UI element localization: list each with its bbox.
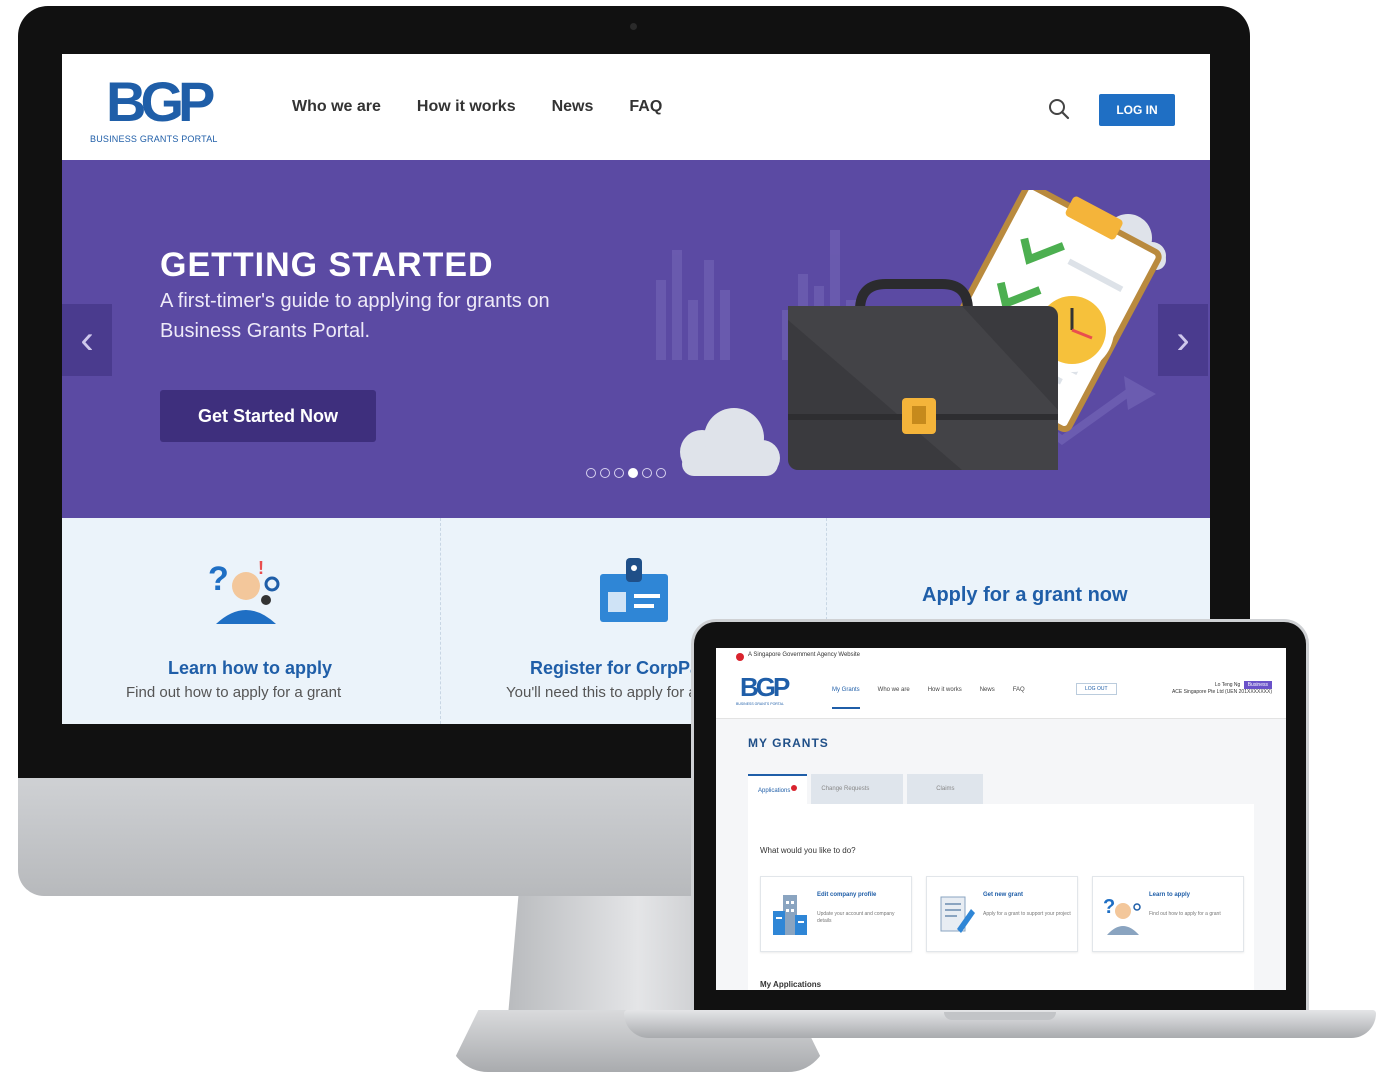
document-pen-icon [940, 896, 975, 933]
laptop-notch [944, 1012, 1056, 1020]
carousel-dot-6[interactable] [656, 468, 666, 478]
laptop-nav-news[interactable]: News [980, 687, 995, 709]
laptop-screen: A Singapore Government Agency Website BG… [716, 648, 1286, 990]
laptop-nav-how-it-works[interactable]: How it works [928, 687, 962, 709]
hero-title: GETTING STARTED [160, 246, 494, 284]
laptop-site-header: BGP BUSINESS GRANTS PORTAL My Grants Who… [716, 666, 1286, 719]
lion-head-icon [736, 653, 744, 661]
grants-tabs: Applications Change Requests Claims [748, 774, 984, 806]
carousel-prev-button[interactable]: ‹ [62, 304, 112, 376]
nav-news[interactable]: News [552, 98, 594, 116]
get-new-grant-desc: Apply for a grant to support your projec… [983, 911, 1071, 917]
person-question-icon: ? ! [208, 558, 280, 624]
learn-to-apply-desc: Find out how to apply for a grant [1149, 911, 1221, 917]
hero-carousel: ‹ › GETTING STARTED A first-timer's guid… [62, 160, 1210, 518]
logo-mark: BGP [106, 70, 215, 133]
page-title: MY GRANTS [748, 736, 829, 750]
user-company: ACE Singapore Pte Ltd (UEN 201XXXXXXX) [1171, 689, 1272, 695]
nav-who-we-are[interactable]: Who we are [292, 98, 381, 116]
tab-applications-label: Applications [758, 788, 791, 794]
laptop-logo-mark[interactable]: BGP [740, 672, 790, 703]
carousel-dot-1[interactable] [586, 468, 596, 478]
laptop-nav-faq[interactable]: FAQ [1013, 687, 1025, 709]
carousel-indicators [586, 468, 666, 478]
camera-icon [630, 23, 637, 30]
edit-company-profile-card[interactable]: Edit company profile Update your account… [760, 876, 912, 952]
building-icon [773, 895, 807, 935]
search-icon[interactable] [1048, 98, 1070, 120]
nav-how-it-works[interactable]: How it works [417, 98, 516, 116]
login-button[interactable]: LOG IN [1099, 94, 1175, 126]
logout-button[interactable]: LOG OUT [1076, 683, 1117, 695]
learn-how-to-apply-desc: Find out how to apply for a grant [126, 684, 342, 701]
user-info: Lo Teng Ng Business ACE Singapore Pte Lt… [1136, 681, 1272, 695]
edit-company-profile-desc: Update your account and company details [817, 911, 895, 924]
site-header: BGP BUSINESS GRANTS PORTAL Who we are Ho… [62, 54, 1210, 160]
tab-claims-label: Claims [936, 786, 955, 792]
carousel-dot-5[interactable] [642, 468, 652, 478]
logo-subtitle: BUSINESS GRANTS PORTAL [90, 134, 218, 144]
get-started-button[interactable]: Get Started Now [160, 390, 376, 442]
tab-change-requests-label: Change Requests [821, 786, 870, 792]
carousel-dot-2[interactable] [600, 468, 610, 478]
tab-change-requests[interactable]: Change Requests [811, 774, 904, 804]
carousel-dot-3[interactable] [614, 468, 624, 478]
laptop-logo-subtitle: BUSINESS GRANTS PORTAL [736, 702, 784, 706]
tab-applications[interactable]: Applications [748, 774, 808, 806]
register-corppass-link[interactable]: Register for CorpPass [530, 658, 720, 679]
user-name: Lo Teng Ng [1214, 682, 1241, 688]
learn-to-apply-card[interactable]: ? Learn to apply Find out how to apply f… [1092, 876, 1244, 952]
hero-subtitle: A first-timer's guide to applying for gr… [160, 290, 550, 342]
laptop-nav-who-we-are[interactable]: Who we are [878, 687, 910, 709]
gov-masthead-text: A Singapore Government Agency Website [748, 652, 860, 658]
get-new-grant-title: Get new grant [983, 892, 1024, 898]
svg-text:?: ? [208, 560, 229, 598]
svg-text:?: ? [1103, 896, 1115, 918]
laptop-nav-my-grants[interactable]: My Grants [832, 687, 860, 709]
edit-company-profile-title: Edit company profile [817, 892, 877, 898]
learn-how-to-apply-link[interactable]: Learn how to apply [168, 658, 332, 679]
laptop-main-nav: My Grants Who we are How it works News F… [832, 687, 1025, 709]
get-new-grant-card[interactable]: Get new grant Apply for a grant to suppo… [926, 876, 1078, 952]
apply-for-grant-link[interactable]: Apply for a grant now [922, 584, 1128, 607]
briefcase-illustration [656, 190, 1166, 476]
carousel-dot-4[interactable] [628, 468, 638, 478]
action-prompt: What would you like to do? [760, 846, 856, 855]
grants-panel: What would you like to do? Edit company … [748, 804, 1254, 990]
learn-to-apply-title: Learn to apply [1149, 892, 1191, 898]
tab-claims[interactable]: Claims [907, 774, 984, 804]
site-logo[interactable]: BGP BUSINESS GRANTS PORTAL [90, 70, 218, 145]
user-role-badge: Business [1243, 681, 1272, 689]
nav-faq[interactable]: FAQ [629, 98, 662, 116]
gov-masthead: A Singapore Government Agency Website [716, 648, 1286, 667]
my-applications-heading: My Applications [760, 980, 822, 989]
svg-text:!: ! [258, 558, 264, 578]
main-nav: Who we are How it works News FAQ [292, 98, 662, 116]
feature-divider [440, 518, 441, 724]
notification-dot-icon [791, 785, 798, 791]
person-question-icon: ? [1103, 896, 1141, 935]
id-card-icon [600, 558, 668, 622]
